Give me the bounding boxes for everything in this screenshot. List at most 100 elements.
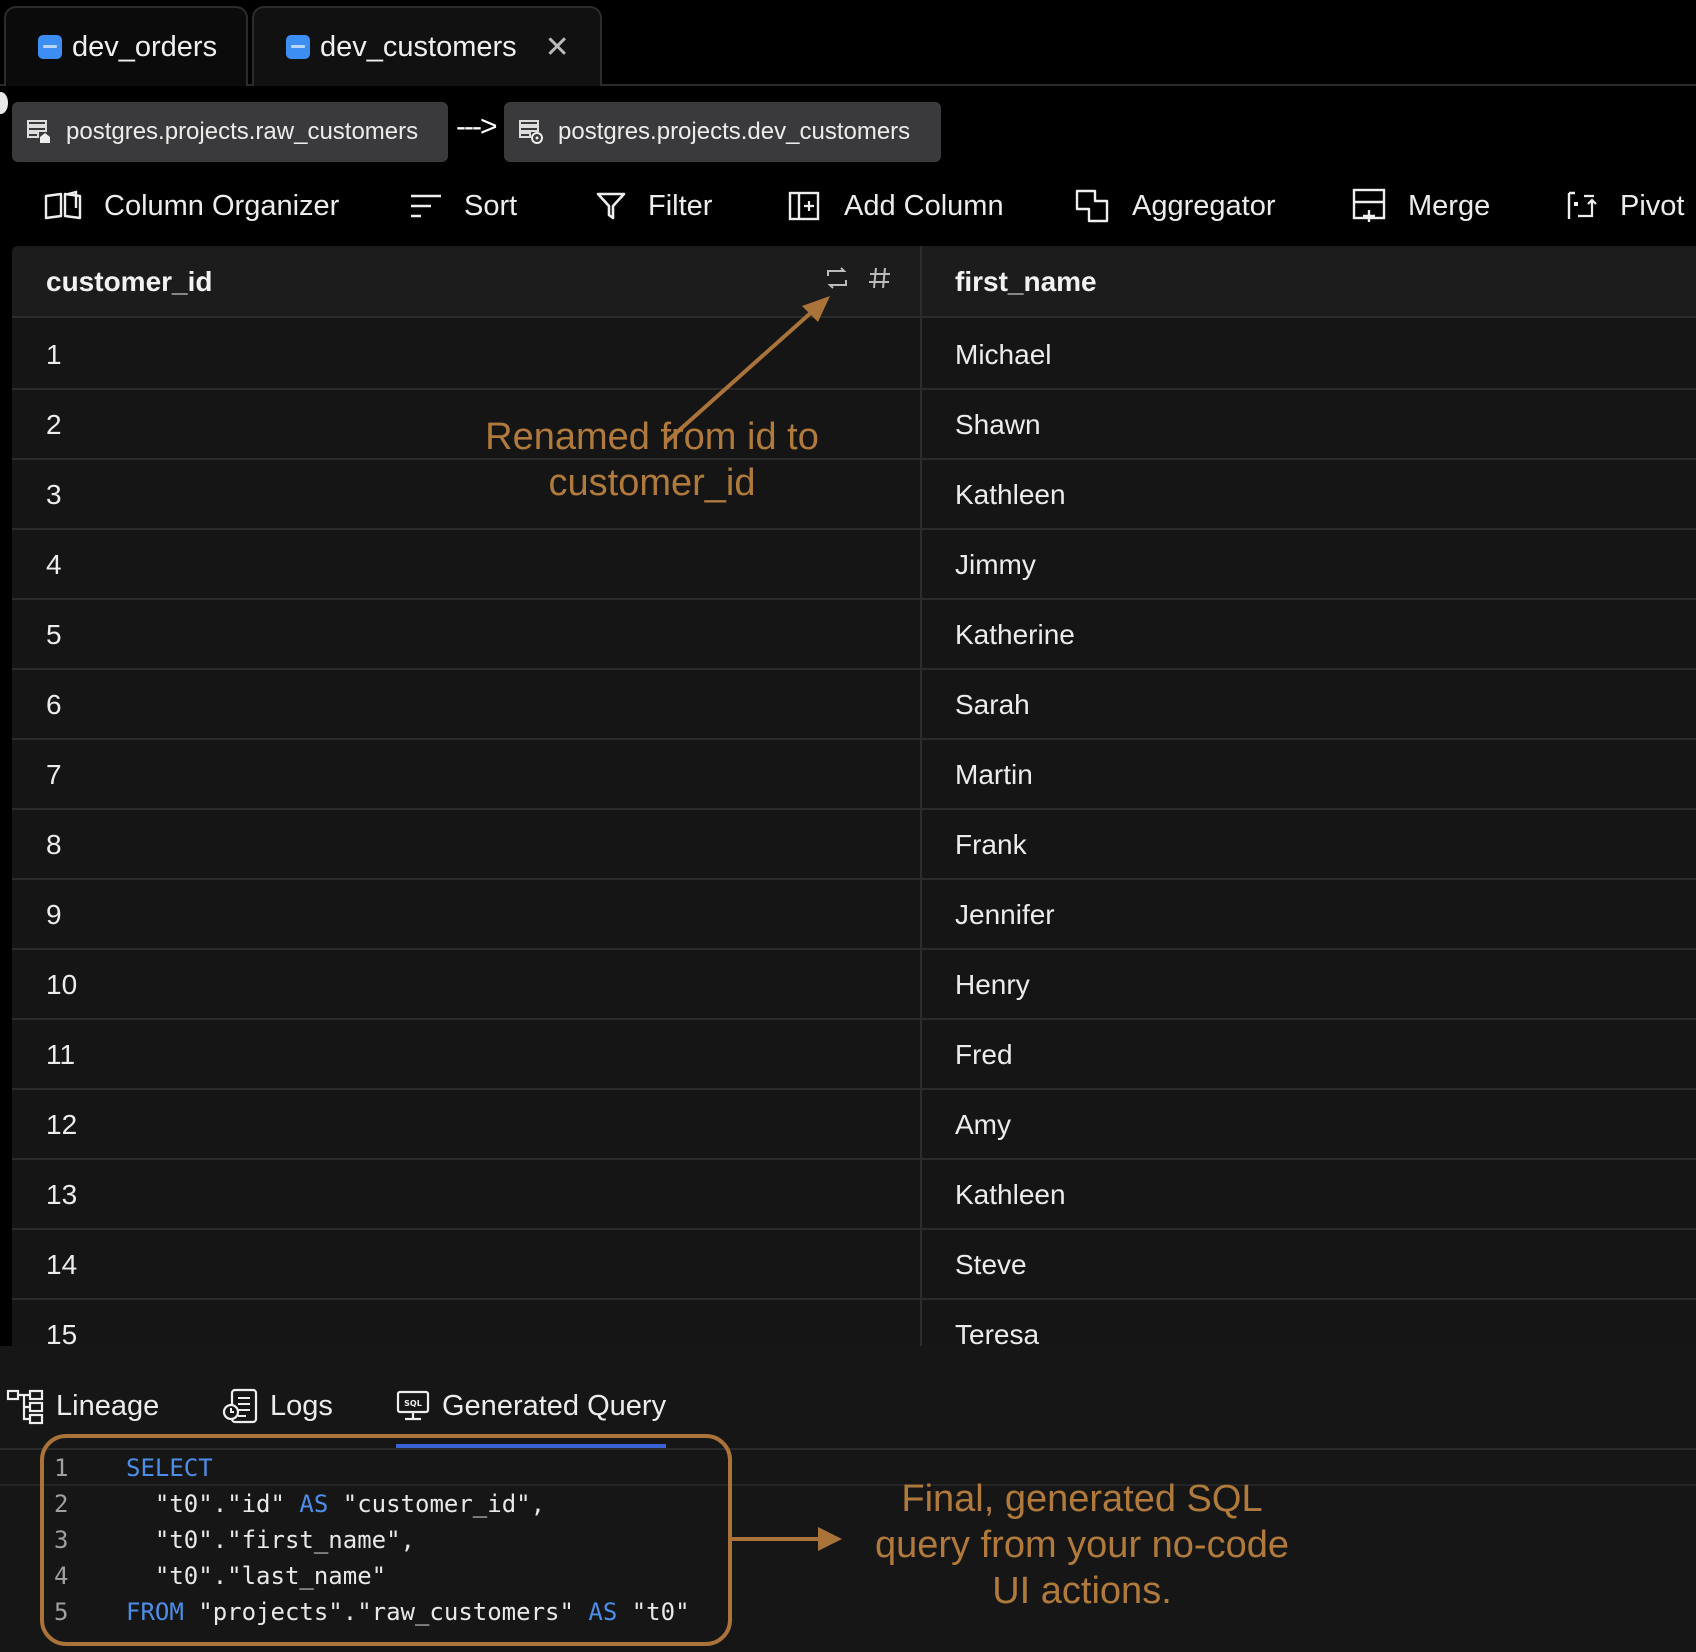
table-row[interactable]: 4 Jimmy	[12, 530, 1696, 600]
target-table-chip[interactable]: postgres.projects.dev_customers	[504, 102, 941, 162]
cell-customer-id: 4	[46, 549, 62, 580]
cell-customer-id: 11	[46, 1039, 76, 1070]
column-header-first-name[interactable]: first_name	[955, 246, 1097, 318]
cell-customer-id: 8	[46, 829, 62, 860]
query-annotation-line: Final, generated SQL	[901, 1478, 1263, 1520]
source-table-label: postgres.projects.raw_customers	[66, 118, 419, 145]
cell-first-name: Martin	[955, 759, 1033, 790]
sort-button[interactable]: Sort	[410, 176, 517, 236]
table-row[interactable]: 7 Martin	[12, 740, 1696, 810]
database-pin-icon	[519, 120, 543, 144]
tab-lineage-label: Lineage	[56, 1389, 160, 1422]
table-row[interactable]: 11 Fred	[12, 1020, 1696, 1090]
cell-customer-id: 5	[46, 619, 62, 650]
cell-customer-id: 7	[46, 759, 62, 790]
sort-icon	[411, 194, 441, 218]
cell-customer-id: 9	[46, 899, 62, 930]
rename-annotation-line: customer_id	[548, 462, 756, 504]
cell-first-name: Jennifer	[955, 899, 1055, 930]
lineage-tree-icon	[6, 1389, 44, 1425]
lineage-arrow: --->	[456, 110, 497, 143]
sql-monitor-icon: SQL	[396, 1390, 430, 1421]
query-annotation-arrow	[730, 1527, 842, 1551]
filter-button[interactable]: Filter	[596, 176, 712, 236]
cell-first-name: Henry	[955, 969, 1030, 1000]
table-row[interactable]: 10 Henry	[12, 950, 1696, 1020]
column-organizer-button[interactable]: Column Organizer	[44, 176, 339, 236]
query-annotation: Final, generated SQL query from your no-…	[832, 1476, 1332, 1614]
rename-annotation-line: Renamed from id to	[485, 416, 819, 458]
rename-icon[interactable]	[826, 266, 848, 290]
merge-button[interactable]: Merge	[1352, 176, 1490, 236]
sort-label: Sort	[464, 189, 518, 222]
grid-header: customer_id first_name	[12, 246, 1696, 318]
merge-icon	[1352, 188, 1386, 222]
cell-first-name: Teresa	[955, 1319, 1040, 1346]
cell-customer-id: 10	[46, 969, 78, 1000]
add-column-button[interactable]: Add Column	[788, 176, 1004, 236]
table-row[interactable]: 14 Steve	[12, 1230, 1696, 1300]
aggregator-icon	[1075, 189, 1109, 223]
aggregator-button[interactable]: Aggregator	[1074, 176, 1276, 236]
pivot-button[interactable]: Pivot	[1566, 176, 1684, 236]
cell-customer-id: 6	[46, 689, 62, 720]
pivot-icon	[1567, 191, 1597, 219]
close-icon[interactable]: ✕	[545, 30, 570, 65]
pivot-label: Pivot	[1620, 189, 1685, 222]
cell-first-name: Fred	[955, 1039, 1013, 1070]
tab-dev-orders[interactable]: dev_orders	[4, 6, 248, 86]
cell-customer-id: 2	[46, 409, 62, 440]
cell-first-name: Steve	[955, 1249, 1027, 1280]
tab-label: dev_customers	[320, 30, 517, 63]
table-row[interactable]: 5 Katherine	[12, 600, 1696, 670]
column-header-customer-id[interactable]: customer_id	[46, 246, 213, 318]
database-home-icon	[27, 120, 50, 143]
tab-bar: dev_orders dev_customers ✕	[0, 0, 1696, 86]
cell-customer-id: 13	[46, 1179, 78, 1210]
table-row[interactable]: 9 Jennifer	[12, 880, 1696, 950]
filter-icon	[596, 192, 626, 220]
cell-first-name: Shawn	[955, 409, 1041, 440]
data-grid: customer_id first_name 1 Michael 2 Shawn 3 Ka…	[12, 246, 1696, 1346]
rename-annotation: Renamed from id to customer_id	[412, 414, 892, 506]
cell-first-name: Sarah	[955, 689, 1030, 720]
cell-customer-id: 15	[46, 1319, 78, 1346]
source-table-chip[interactable]: postgres.projects.raw_customers	[12, 102, 448, 162]
filter-label: Filter	[648, 189, 713, 222]
table-row[interactable]: 15 Teresa	[12, 1300, 1696, 1346]
table-row[interactable]: 6 Sarah	[12, 670, 1696, 740]
aggregator-label: Aggregator	[1132, 189, 1276, 222]
cell-customer-id: 1	[46, 339, 62, 370]
cell-customer-id: 3	[46, 479, 62, 510]
column-organizer-label: Column Organizer	[104, 189, 340, 222]
tab-logs-label: Logs	[270, 1389, 333, 1422]
book-open-icon	[44, 190, 82, 220]
cell-first-name: Katherine	[955, 619, 1075, 650]
cell-first-name: Michael	[955, 339, 1052, 370]
cell-first-name: Frank	[955, 829, 1027, 860]
cell-first-name: Kathleen	[955, 1179, 1066, 1210]
cell-first-name: Amy	[955, 1109, 1011, 1140]
tab-label: dev_orders	[72, 30, 218, 63]
query-highlight-box	[40, 1434, 732, 1646]
add-column-label: Add Column	[844, 189, 1004, 222]
table-row[interactable]: 13 Kathleen	[12, 1160, 1696, 1230]
query-annotation-line: query from your no-code	[875, 1524, 1289, 1566]
tab-generated-query-label: Generated Query	[442, 1389, 667, 1422]
table-row[interactable]: 12 Amy	[12, 1090, 1696, 1160]
table-icon	[286, 35, 310, 59]
table-icon	[38, 35, 62, 59]
svg-text:SQL: SQL	[404, 1399, 422, 1408]
number-type-icon[interactable]	[868, 266, 892, 290]
tab-dev-customers[interactable]: dev_customers ✕	[252, 6, 602, 86]
cell-first-name: Jimmy	[955, 549, 1036, 580]
column-divider	[920, 246, 922, 1346]
column-header-icons	[826, 266, 892, 290]
table-row[interactable]: 8 Frank	[12, 810, 1696, 880]
table-row[interactable]: 1 Michael	[12, 320, 1696, 390]
logs-icon	[222, 1388, 258, 1424]
merge-label: Merge	[1408, 189, 1491, 222]
query-annotation-line: UI actions.	[992, 1570, 1172, 1612]
transform-toolbar: Column Organizer Sort Filter Add Column …	[0, 176, 1696, 236]
add-column-icon	[788, 191, 820, 221]
